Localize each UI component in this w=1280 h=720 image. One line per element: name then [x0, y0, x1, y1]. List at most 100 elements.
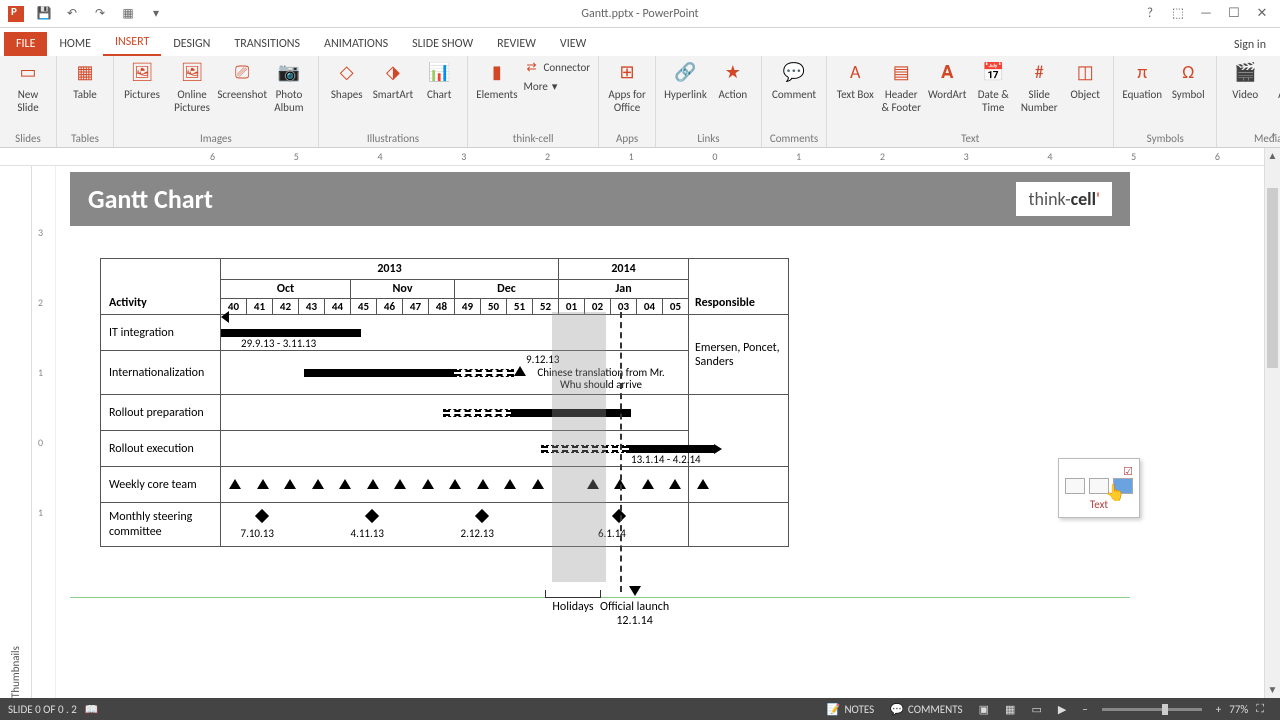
chart-button[interactable]: 📊Chart	[419, 60, 459, 101]
shapes-button[interactable]: ◇Shapes	[327, 60, 367, 101]
start-slideshow-icon[interactable]: ▦	[120, 6, 136, 22]
weekly-marker-icon	[339, 479, 351, 489]
comment-button[interactable]: 💬Comment	[772, 60, 816, 101]
action-button[interactable]: ★Action	[713, 60, 753, 101]
comments-button[interactable]: 💬 COMMENTS	[882, 703, 970, 716]
pictures-icon: 🖼	[128, 60, 156, 86]
zoom-in-icon[interactable]: +	[1208, 703, 1229, 716]
datetime-icon: 📅	[979, 60, 1007, 86]
audio-button[interactable]: 🔊Audio	[1271, 60, 1280, 101]
weekly-marker-icon	[614, 479, 626, 489]
tab-file[interactable]: FILE	[4, 32, 47, 56]
ruler-mark: 5	[294, 150, 299, 163]
collapse-ribbon-icon[interactable]: ^	[1271, 130, 1276, 143]
notes-button[interactable]: 📝 NOTES	[819, 703, 882, 716]
header-footer-button[interactable]: ▤Header & Footer	[881, 60, 921, 114]
wordart-button[interactable]: 𝐀WordArt	[927, 60, 967, 101]
connector-button[interactable]: ⇄Connector	[524, 60, 591, 76]
monthly-marker-icon	[254, 509, 268, 523]
tab-animations[interactable]: ANIMATIONS	[312, 32, 400, 56]
cursor-icon: 👆	[1105, 483, 1125, 503]
screenshot-button[interactable]: ⎚Screenshot	[222, 60, 262, 101]
save-icon[interactable]: 💾	[36, 6, 52, 22]
object-button[interactable]: ◫Object	[1065, 60, 1105, 101]
help-icon[interactable]: ?	[1140, 6, 1160, 21]
tab-home[interactable]: HOME	[47, 32, 103, 56]
sign-in-link[interactable]: Sign in	[1220, 34, 1280, 56]
table-button[interactable]: ▦Table	[65, 60, 105, 101]
symbol-button[interactable]: ΩSymbol	[1168, 60, 1208, 101]
qat-dropdown-icon[interactable]: ▾	[148, 6, 164, 22]
bar-intl-solid[interactable]	[304, 369, 454, 377]
smartart-button[interactable]: ⬗SmartArt	[373, 60, 414, 101]
tab-view[interactable]: VIEW	[548, 32, 598, 56]
online-pictures-button[interactable]: 🖼Online Pictures	[168, 60, 216, 114]
bar-rexec-solid[interactable]	[629, 445, 714, 453]
new-slide-button[interactable]: ▭New Slide	[8, 60, 48, 114]
bar-intl-dashed[interactable]	[454, 369, 514, 377]
ribbon-options-icon[interactable]: ⬚	[1168, 6, 1188, 21]
maximize-icon[interactable]: ☐	[1224, 6, 1244, 21]
row-rprep-label: Rollout preparation	[101, 395, 221, 431]
sorter-view-icon[interactable]: ▦	[997, 703, 1023, 716]
undo-icon[interactable]: ↶	[64, 6, 80, 22]
shade-holidays-a	[511, 315, 688, 350]
apps-button[interactable]: ⊞Apps for Office	[607, 60, 647, 114]
thumbnail-panel[interactable]: Thumbnails	[0, 166, 32, 698]
tab-insert[interactable]: INSERT	[103, 30, 161, 56]
month-oct: Oct	[221, 280, 351, 299]
slide-counter: SLIDE 0 OF 0 . 2	[8, 703, 77, 716]
video-button[interactable]: 🎬Video	[1225, 60, 1265, 101]
bar-rprep-dashed[interactable]	[443, 409, 513, 417]
minimize-icon[interactable]: —	[1196, 6, 1216, 21]
monthly-date-label: 7.10.13	[241, 527, 274, 540]
slide-canvas[interactable]: Gantt Chart think-cell' Activity 2013 20…	[70, 172, 1130, 598]
datetime-button[interactable]: 📅Date & Time	[973, 60, 1013, 114]
popup-item-1[interactable]	[1065, 478, 1085, 494]
hyperlink-button[interactable]: 🔗Hyperlink	[664, 60, 707, 101]
gantt-insert-popup[interactable]: ☑ Text	[1058, 458, 1140, 518]
tab-slideshow[interactable]: SLIDE SHOW	[400, 32, 485, 56]
tab-transitions[interactable]: TRANSITIONS	[222, 32, 312, 56]
scroll-down-icon[interactable]: ▼	[1265, 682, 1280, 698]
reading-view-icon[interactable]: ▭	[1023, 703, 1049, 716]
scroll-up-icon[interactable]: ▲	[1265, 148, 1280, 164]
horizontal-ruler: 6543210123456	[0, 148, 1280, 166]
zoom-out-icon[interactable]: −	[1074, 703, 1095, 716]
scroll-thumb[interactable]	[1267, 188, 1278, 368]
object-icon: ◫	[1071, 60, 1099, 86]
fit-slide-icon[interactable]: ⛶	[1248, 702, 1272, 716]
bar-rexec-dashed[interactable]	[541, 445, 629, 453]
weekly-marker-icon	[394, 479, 406, 489]
online-pictures-icon: 🖼	[178, 60, 206, 86]
slideshow-view-icon[interactable]: ▶	[1050, 703, 1074, 716]
textbox-button[interactable]: AText Box	[835, 60, 875, 101]
spellcheck-icon[interactable]: 📖	[77, 703, 107, 716]
bar-it[interactable]	[221, 329, 361, 337]
equation-button[interactable]: πEquation	[1122, 60, 1162, 101]
powerpoint-icon	[8, 6, 24, 22]
pictures-button[interactable]: 🖼Pictures	[122, 60, 162, 101]
tab-review[interactable]: REVIEW	[485, 32, 548, 56]
slidenumber-button[interactable]: #Slide Number	[1019, 60, 1059, 114]
vertical-scrollbar[interactable]: ▲ ▼	[1264, 148, 1280, 698]
group-comments-label: Comments	[770, 132, 818, 145]
more-button[interactable]: More ▾	[524, 80, 591, 93]
elements-button[interactable]: ▮Elements	[476, 60, 517, 101]
comment-icon: 💬	[780, 60, 808, 86]
shapes-icon: ◇	[333, 60, 361, 86]
close-icon[interactable]: ✕	[1252, 6, 1272, 21]
redo-icon[interactable]: ↷	[92, 6, 108, 22]
action-icon: ★	[719, 60, 747, 86]
normal-view-icon[interactable]: ▣	[971, 703, 997, 716]
bar-rprep-solid[interactable]	[511, 409, 631, 417]
workspace: Thumbnails 32101 Gantt Chart think-cell'…	[0, 166, 1280, 698]
label-intl-note: Chinese translation from Mr. Whu should …	[526, 367, 676, 391]
tab-design[interactable]: DESIGN	[161, 32, 222, 56]
month-dec: Dec	[455, 280, 559, 299]
zoom-slider[interactable]	[1102, 708, 1202, 711]
connector-icon: ⇄	[524, 60, 540, 76]
textbox-icon: A	[841, 60, 869, 86]
photo-album-button[interactable]: 📷Photo Album	[268, 60, 310, 114]
gantt-chart[interactable]: Activity 2013 2014 Responsible Oct Nov D…	[100, 258, 1100, 547]
